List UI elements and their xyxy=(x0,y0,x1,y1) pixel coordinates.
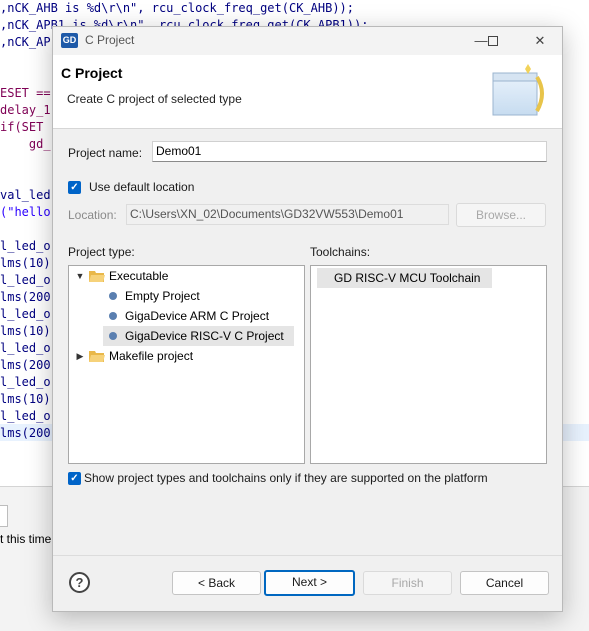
code-line: lms(200 xyxy=(0,358,51,372)
project-type-icon xyxy=(109,292,117,300)
tree-item-label: Executable xyxy=(109,269,169,283)
code-line: lms(200 xyxy=(0,426,51,440)
code-line: lms(200 xyxy=(0,290,51,304)
project-name-input[interactable]: Demo01 xyxy=(152,141,547,162)
new-project-wizard-icon xyxy=(492,64,544,116)
help-icon[interactable]: ? xyxy=(69,572,90,593)
code-line: lms(10) xyxy=(0,324,51,338)
project-type-label: Project type: xyxy=(68,245,135,259)
banner-description: Create C project of selected type xyxy=(67,92,242,106)
tree-item-label: GigaDevice ARM C Project xyxy=(125,309,270,323)
code-line: ,nCK_AHB is %d\r\n", rcu_clock_freq_get(… xyxy=(0,1,355,15)
code-line: lms(10) xyxy=(0,392,51,406)
tree-item-makefile-project[interactable]: ▶ Makefile project xyxy=(71,346,301,366)
show-supported-only-checkbox[interactable]: ✓ xyxy=(68,472,81,485)
tree-item-executable[interactable]: ▼ Executable xyxy=(71,266,301,286)
browse-button[interactable]: Browse... xyxy=(456,203,546,227)
tree-item-label: Makefile project xyxy=(109,349,194,363)
code-line: lms(10) xyxy=(0,256,51,270)
console-text: t this time xyxy=(0,532,52,546)
toolchains-label: Toolchains: xyxy=(310,245,371,259)
folder-open-icon xyxy=(89,271,105,282)
chevron-right-icon[interactable]: ▶ xyxy=(75,346,85,366)
project-type-icon xyxy=(109,332,117,340)
dialog-banner: C Project Create C project of selected t… xyxy=(53,55,562,129)
code-line: ("hello xyxy=(0,205,51,219)
folder-icon xyxy=(89,351,105,362)
code-line: gd_ xyxy=(0,137,51,151)
code-line: ,nCK_AP xyxy=(0,35,51,49)
code-line: val_led xyxy=(0,188,51,202)
project-type-icon xyxy=(109,312,117,320)
banner-title: C Project xyxy=(61,65,123,81)
dialog-titlebar[interactable]: GD C Project — ✕ xyxy=(53,27,562,55)
toolchain-item[interactable]: GD RISC-V MCU Toolchain xyxy=(317,268,492,288)
console-tab[interactable] xyxy=(0,505,8,527)
c-project-dialog: GD C Project — ✕ C Project Create C proj… xyxy=(52,26,563,612)
close-icon[interactable]: ✕ xyxy=(528,31,552,51)
next-button[interactable]: Next > xyxy=(264,570,355,596)
show-supported-only-label: Show project types and toolchains only i… xyxy=(84,471,488,485)
tree-item-label: GigaDevice RISC-V C Project xyxy=(125,329,284,343)
location-input[interactable]: C:\Users\XN_02\Documents\GD32VW553\Demo0… xyxy=(126,204,449,225)
location-label: Location: xyxy=(68,208,117,222)
project-name-label: Project name: xyxy=(68,146,143,160)
chevron-down-icon[interactable]: ▼ xyxy=(75,266,85,286)
code-line: l_led_o xyxy=(0,239,51,253)
use-default-location-checkbox[interactable]: ✓ xyxy=(68,181,81,194)
back-button[interactable]: < Back xyxy=(172,571,261,595)
code-line: l_led_o xyxy=(0,341,51,355)
tree-item-gigadevice-risc-v-c-project[interactable]: GigaDevice RISC-V C Project xyxy=(103,326,294,346)
code-line: l_led_o xyxy=(0,307,51,321)
code-line: l_led_o xyxy=(0,273,51,287)
finish-button[interactable]: Finish xyxy=(363,571,452,595)
tree-item-empty-project[interactable]: Empty Project xyxy=(71,286,301,306)
use-default-location-label: Use default location xyxy=(89,180,195,194)
toolchains-list[interactable]: GD RISC-V MCU Toolchain xyxy=(310,265,547,464)
tree-item-label: Empty Project xyxy=(125,289,200,303)
app-logo-icon: GD xyxy=(61,33,78,48)
tree-item-gigadevice-arm-c-project[interactable]: GigaDevice ARM C Project xyxy=(71,306,301,326)
code-line: l_led_o xyxy=(0,409,51,423)
code-line: l_led_o xyxy=(0,375,51,389)
code-line: delay_1 xyxy=(0,103,51,117)
project-type-tree[interactable]: ▼ Executable Empty Project GigaDevice AR… xyxy=(68,265,305,464)
cancel-button[interactable]: Cancel xyxy=(460,571,549,595)
maximize-icon[interactable] xyxy=(481,31,505,51)
window-title: C Project xyxy=(85,33,135,47)
code-line: if(SET xyxy=(0,120,44,134)
code-line: ESET == xyxy=(0,86,51,100)
